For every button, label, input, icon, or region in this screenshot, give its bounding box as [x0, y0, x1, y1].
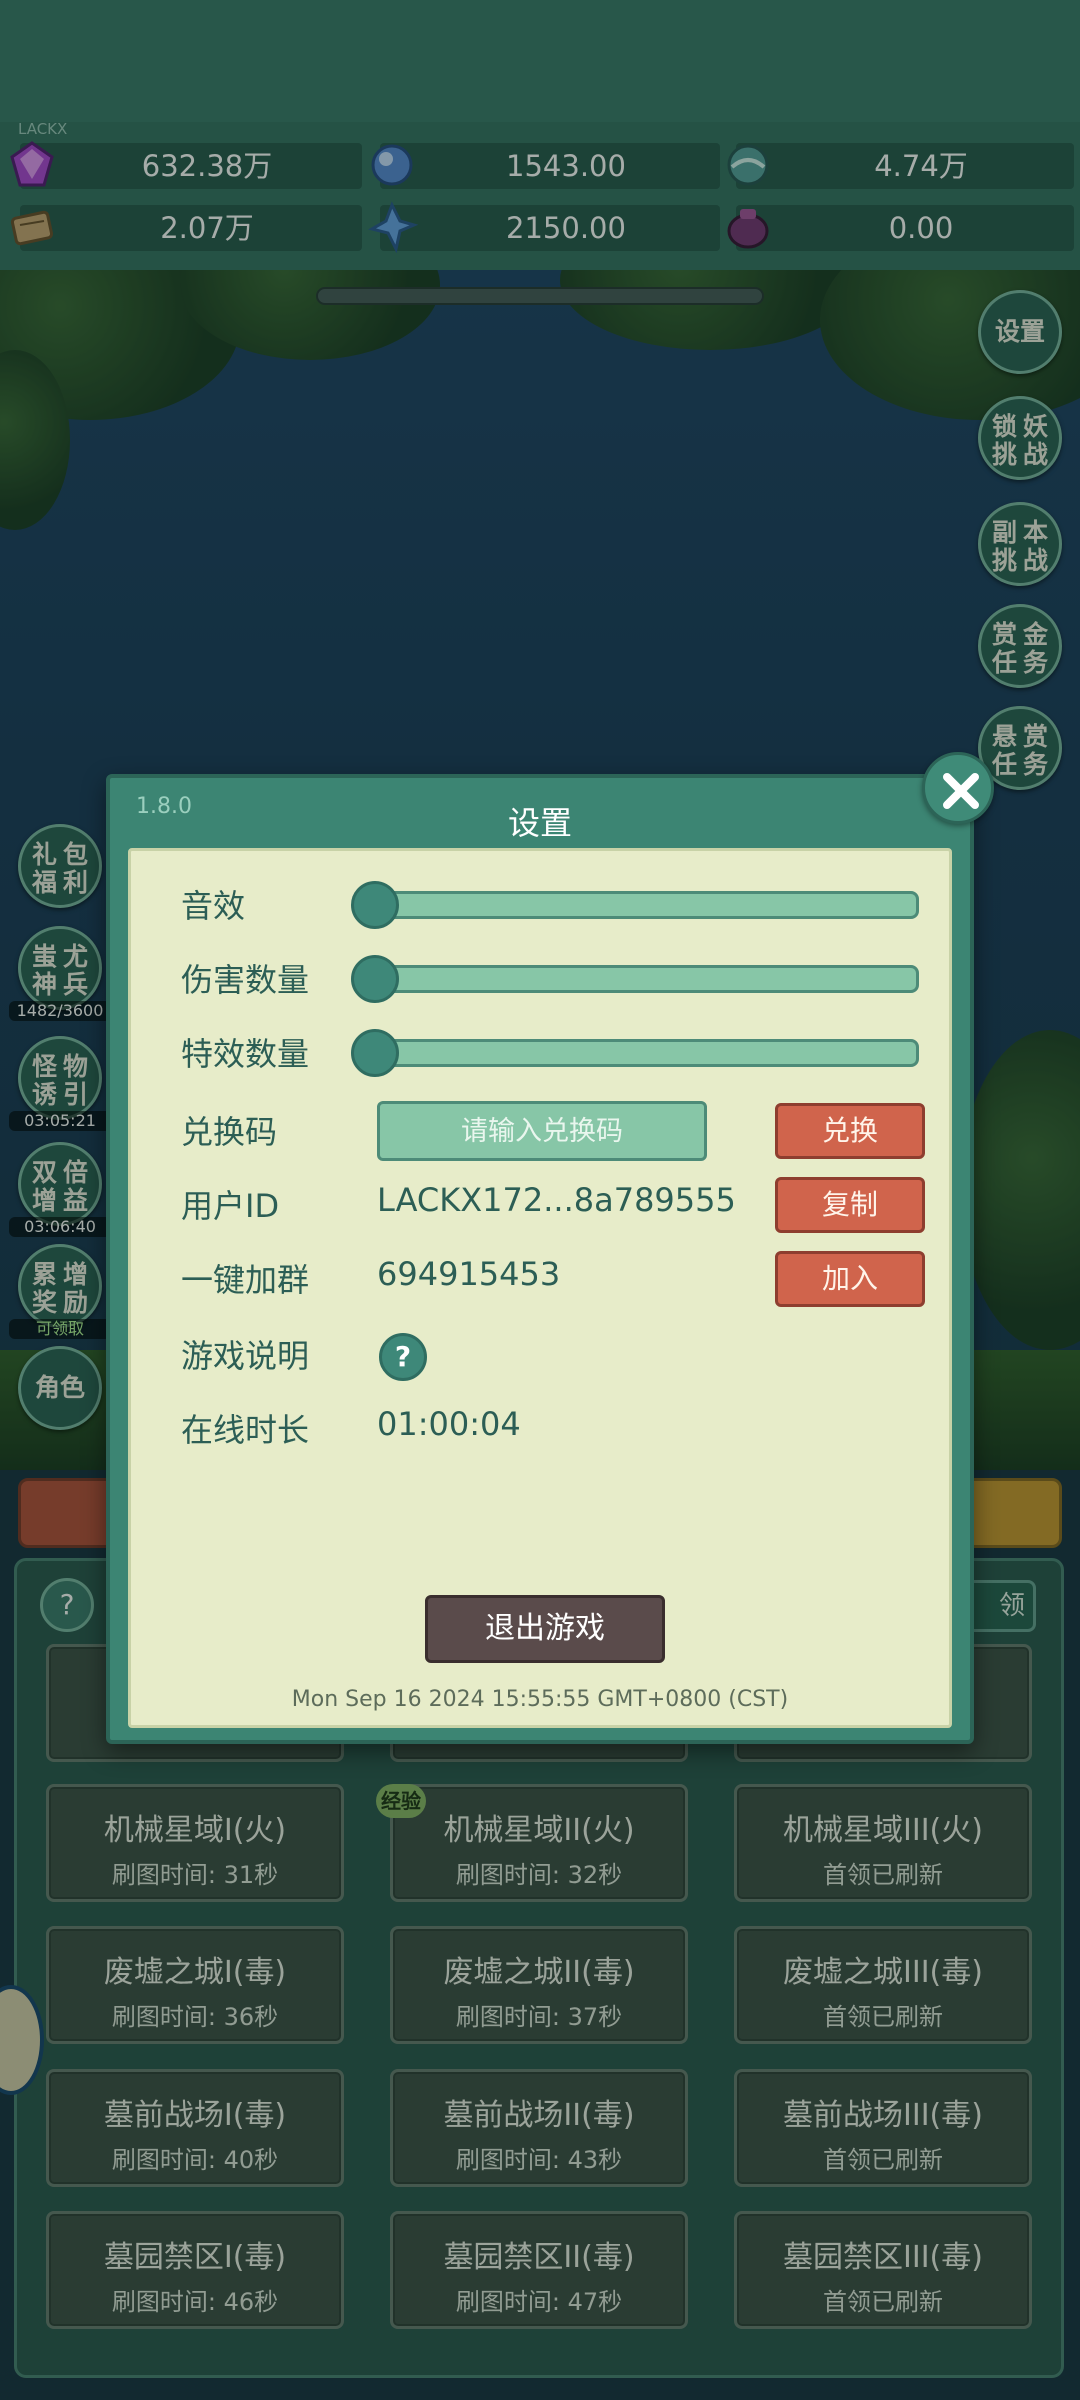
game-guide-label: 游戏说明 — [181, 1337, 310, 1375]
slider-knob[interactable] — [351, 955, 399, 1003]
slider-knob[interactable] — [351, 881, 399, 929]
close-button[interactable] — [922, 752, 994, 824]
copy-button[interactable]: 复制 — [775, 1177, 925, 1233]
redeem-button[interactable]: 兑换 — [775, 1103, 925, 1159]
settings-content: 音效 伤害数量 特效数量 兑换码 兑换 用户ID LACKX172...8a78… — [128, 848, 952, 1728]
settings-dialog: 1.8.0 设置 音效 伤害数量 特效数量 兑换码 兑换 用户ID LACKX1… — [106, 774, 974, 1744]
dialog-title: 设置 — [507, 804, 572, 842]
join-group-label: 一键加群 — [181, 1261, 310, 1299]
slider-track — [359, 965, 919, 993]
damage-number-label: 伤害数量 — [181, 961, 310, 999]
slider-knob[interactable] — [351, 1029, 399, 1077]
slider-track — [359, 891, 919, 919]
redeem-code-label: 兑换码 — [181, 1113, 278, 1151]
redeem-code-input[interactable] — [377, 1101, 707, 1161]
online-time-label: 在线时长 — [181, 1411, 310, 1449]
close-icon — [943, 773, 979, 809]
exit-game-button[interactable]: 退出游戏 — [425, 1595, 665, 1663]
damage-number-slider[interactable] — [351, 955, 919, 1003]
group-number: 694915453 — [377, 1255, 561, 1293]
sound-label: 音效 — [181, 887, 246, 925]
effects-slider[interactable] — [351, 1029, 919, 1077]
online-time-value: 01:00:04 — [377, 1405, 521, 1443]
datetime-label: Mon Sep 16 2024 15:55:55 GMT+0800 (CST) — [291, 1687, 789, 1712]
user-id-label: 用户ID — [181, 1187, 280, 1225]
slider-track — [359, 1039, 919, 1067]
help-icon[interactable]: ? — [379, 1333, 427, 1381]
join-button[interactable]: 加入 — [775, 1251, 925, 1307]
user-id-value: LACKX172...8a789555 — [377, 1181, 736, 1219]
sound-slider[interactable] — [351, 881, 919, 929]
effects-label: 特效数量 — [181, 1035, 310, 1073]
